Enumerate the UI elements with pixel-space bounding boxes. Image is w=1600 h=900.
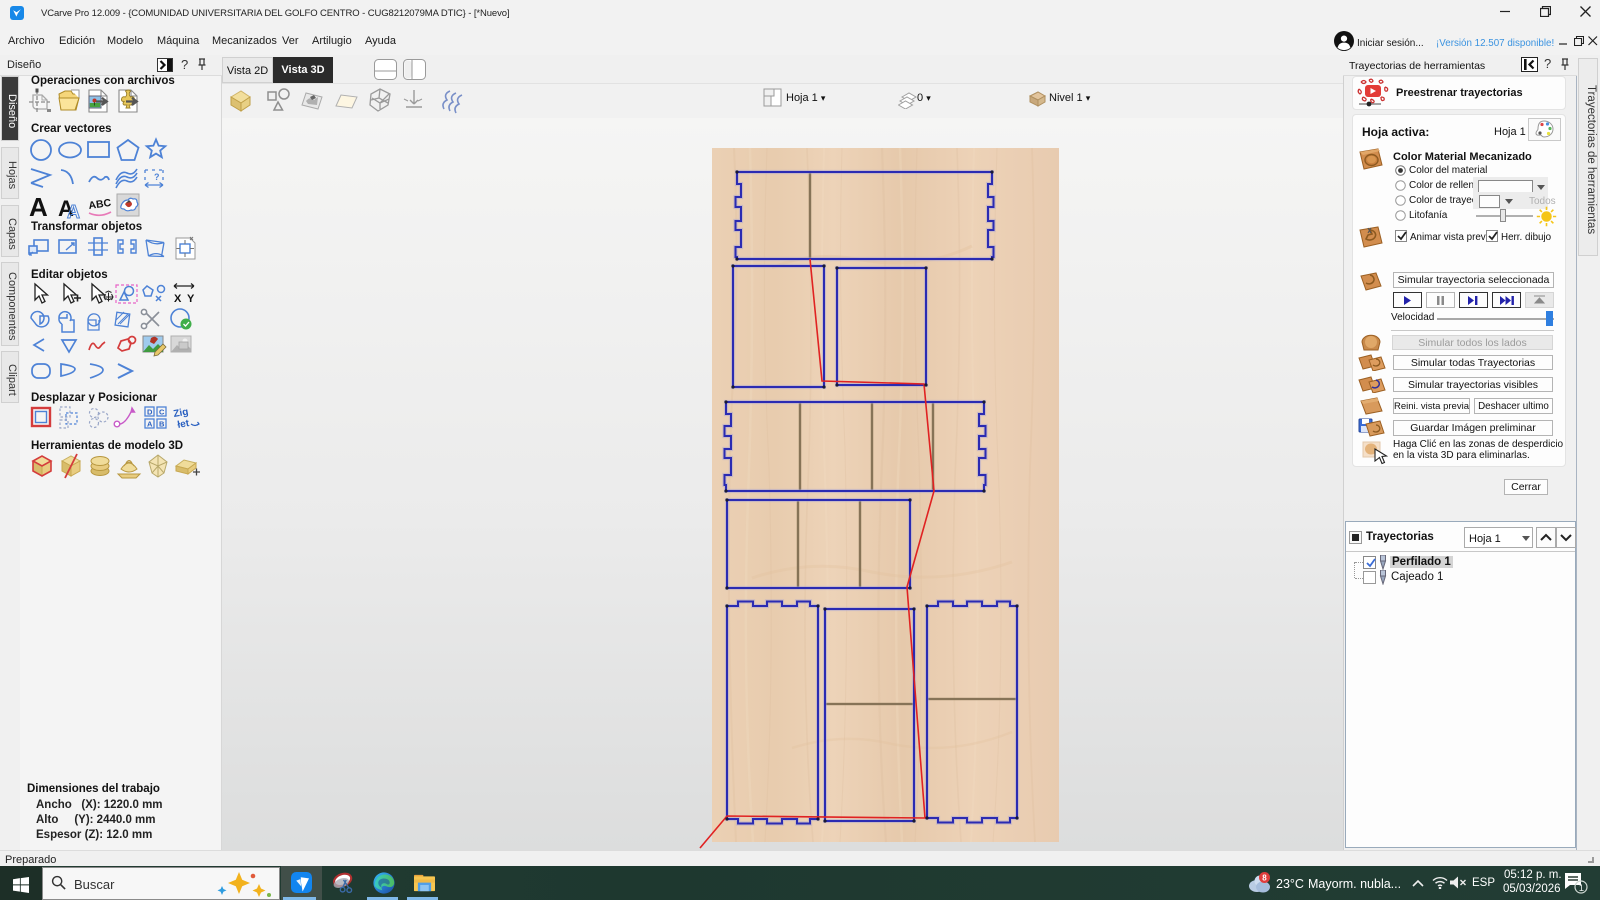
svg-text:C: C: [159, 408, 165, 417]
svg-text:?: ?: [154, 172, 160, 182]
svg-text:A: A: [67, 202, 80, 220]
svg-text:ABC: ABC: [88, 197, 113, 212]
svg-text:X: X: [174, 293, 182, 305]
svg-text:D: D: [147, 408, 153, 417]
svg-text:8: 8: [1262, 874, 1267, 883]
svg-text:1: 1: [1579, 883, 1584, 894]
svg-text:A: A: [29, 192, 48, 220]
svg-text:łet: łet: [177, 418, 191, 431]
svg-text:A: A: [147, 420, 153, 429]
svg-text:Y: Y: [187, 293, 195, 305]
svg-text:B: B: [159, 420, 165, 429]
